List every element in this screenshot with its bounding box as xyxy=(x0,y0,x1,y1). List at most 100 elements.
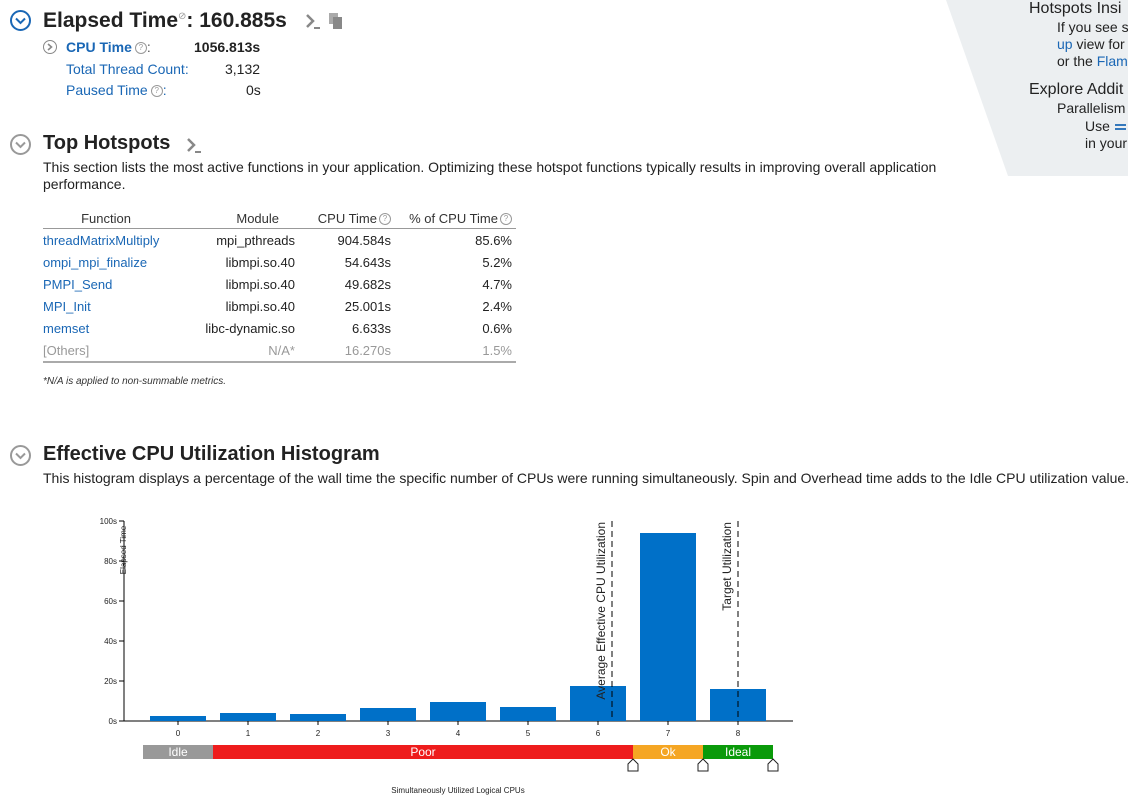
x-tick-label: 3 xyxy=(386,729,391,738)
paused-time-label[interactable]: Paused Time xyxy=(66,82,148,98)
cpu-time-cell: 6.633s xyxy=(351,320,391,336)
function-link[interactable]: PMPI_Send xyxy=(43,273,169,295)
percent-cell: 2.4% xyxy=(482,298,512,314)
hotspots-terminal-icon[interactable] xyxy=(186,136,202,159)
insights-line3: or the Flam xyxy=(1057,53,1128,69)
cpu-time-value: 1056.813s xyxy=(194,39,261,55)
function-link[interactable]: ompi_mpi_finalize xyxy=(43,251,169,273)
percent-cell: 1.5% xyxy=(395,339,516,363)
histogram-bar xyxy=(430,702,486,721)
cpu-time-cell: 904.584s xyxy=(337,232,392,248)
table-row: PMPI_Send libmpi.so.40 49.682s 4.7% xyxy=(43,273,516,295)
marker-label: Average Effective CPU Utilization xyxy=(594,522,608,700)
function-link[interactable]: threadMatrixMultiply xyxy=(43,229,169,252)
range-slider-handle[interactable] xyxy=(767,758,779,772)
function-link[interactable]: MPI_Init xyxy=(43,295,169,317)
elapsed-collapse-icon[interactable] xyxy=(10,10,31,31)
insights-use-text: Use xyxy=(1085,118,1110,134)
cpu-time-cell: 25.001s xyxy=(344,298,391,314)
range-label: Ideal xyxy=(725,745,751,759)
elapsed-separator: : xyxy=(186,9,194,32)
hotspots-description-line1: This section lists the most active funct… xyxy=(43,159,937,175)
percent-cell: 85.6% xyxy=(475,232,512,248)
table-row: threadMatrixMultiply mpi_pthreads 904.58… xyxy=(43,229,516,252)
y-tick-label: 100s xyxy=(100,517,117,526)
cpu-time-expand-icon[interactable] xyxy=(43,40,57,54)
paused-time-help-icon[interactable]: ? xyxy=(150,85,163,98)
function-link[interactable]: memset xyxy=(43,317,169,339)
utilization-histogram: 0s 20s 40s 60s 80s 100sElapsed Time 0 1 2 3 4 5 6 7 8 A… xyxy=(100,517,793,795)
percent-cell: 4.7% xyxy=(482,276,512,292)
insights-flame-link[interactable]: Flam xyxy=(1097,53,1128,69)
y-tick-label: 80s xyxy=(104,557,117,566)
range-slider-handle[interactable] xyxy=(697,758,709,772)
insights-heading-explore: Explore Addit xyxy=(1029,81,1124,98)
histogram-bar xyxy=(500,707,556,721)
y-axis-title: Elapsed Time xyxy=(119,525,128,574)
link-icon[interactable] xyxy=(1114,122,1128,132)
histogram-bar xyxy=(150,716,206,721)
module-cell: libmpi.so.40 xyxy=(225,276,295,292)
histogram-bar xyxy=(640,533,696,721)
y-tick-label: 0s xyxy=(109,717,117,726)
cpu-time-cell: 54.643s xyxy=(344,254,391,270)
col-module[interactable]: Module xyxy=(169,208,299,229)
thread-count-label[interactable]: Total Thread Count: xyxy=(66,61,189,77)
module-cell: libmpi.so.40 xyxy=(225,298,295,314)
insights-line3-pre: or the xyxy=(1057,53,1097,69)
col-cpu-time[interactable]: CPU Time? xyxy=(299,208,395,229)
col-function[interactable]: Function xyxy=(43,208,169,229)
insights-line4: Parallelism xyxy=(1057,100,1126,116)
x-tick-label: 6 xyxy=(596,729,601,738)
histogram-collapse-icon[interactable] xyxy=(10,445,31,466)
range-label: Idle xyxy=(168,745,188,759)
elapsed-time-value: 160.885s xyxy=(199,9,287,32)
histogram-title: Effective CPU Utilization Histogram xyxy=(43,443,380,465)
elapsed-time-label: Elapsed Time xyxy=(43,9,179,32)
x-tick-label: 7 xyxy=(666,729,671,738)
insights-line2-rest: view for xyxy=(1072,36,1125,52)
histogram-bar xyxy=(360,708,416,721)
cpu-time-cell: 49.682s xyxy=(344,276,391,292)
col-cpu-time-label: CPU Time xyxy=(317,210,377,226)
range-label: Ok xyxy=(660,745,676,759)
table-row: ompi_mpi_finalize libmpi.so.40 54.643s 5… xyxy=(43,251,516,273)
hotspots-collapse-icon[interactable] xyxy=(10,134,31,155)
table-row-others: [Others] N/A* 16.270s 1.5% xyxy=(43,339,516,363)
module-cell: mpi_pthreads xyxy=(216,232,295,248)
cpu-time-cell: 16.270s xyxy=(299,339,395,363)
others-function: [Others] xyxy=(43,339,169,363)
col-percent[interactable]: % of CPU Time? xyxy=(395,208,516,229)
range-slider-handle[interactable] xyxy=(627,758,639,772)
hotspots-title: Top Hotspots xyxy=(43,132,171,154)
insights-up-link[interactable]: up xyxy=(1057,36,1073,52)
x-axis-title: Simultaneously Utilized Logical CPUs xyxy=(391,786,524,795)
x-tick-label: 0 xyxy=(176,729,181,738)
copy-icon[interactable] xyxy=(328,12,344,35)
cpu-time-label[interactable]: CPU Time xyxy=(66,39,132,55)
insights-line1: If you see s xyxy=(1057,19,1128,35)
y-tick-label: 40s xyxy=(104,637,117,646)
marker-label: Target Utilization xyxy=(720,522,734,611)
module-cell: libmpi.so.40 xyxy=(225,254,295,270)
x-tick-label: 5 xyxy=(526,729,531,738)
histogram-bar xyxy=(290,714,346,721)
insights-line5: Use xyxy=(1085,118,1128,134)
hotspots-description-line2: performance. xyxy=(43,176,126,192)
elapsed-time-heading: Elapsed Time⊘: 160.885s xyxy=(43,9,287,33)
table-row: MPI_Init libmpi.so.40 25.001s 2.4% xyxy=(43,295,516,317)
cpu-time-col-help-icon[interactable]: ? xyxy=(379,213,391,226)
percent-cell: 5.2% xyxy=(482,254,512,270)
y-tick-label: 60s xyxy=(104,597,117,606)
hotspots-description: This section lists the most active funct… xyxy=(43,159,943,193)
na-footnote: *N/A is applied to non-summable metrics. xyxy=(43,376,227,387)
terminal-icon[interactable] xyxy=(305,12,321,35)
paused-time-value: 0s xyxy=(246,82,261,98)
hotspots-table: Function Module CPU Time? % of CPU Time?… xyxy=(43,208,516,363)
table-row: memset libc-dynamic.so 6.633s 0.6% xyxy=(43,317,516,339)
percent-col-help-icon[interactable]: ? xyxy=(500,213,512,226)
module-cell: N/A* xyxy=(169,339,299,363)
x-tick-label: 8 xyxy=(736,729,741,738)
cpu-time-help-icon[interactable]: ? xyxy=(134,42,147,55)
module-cell: libc-dynamic.so xyxy=(205,320,295,336)
